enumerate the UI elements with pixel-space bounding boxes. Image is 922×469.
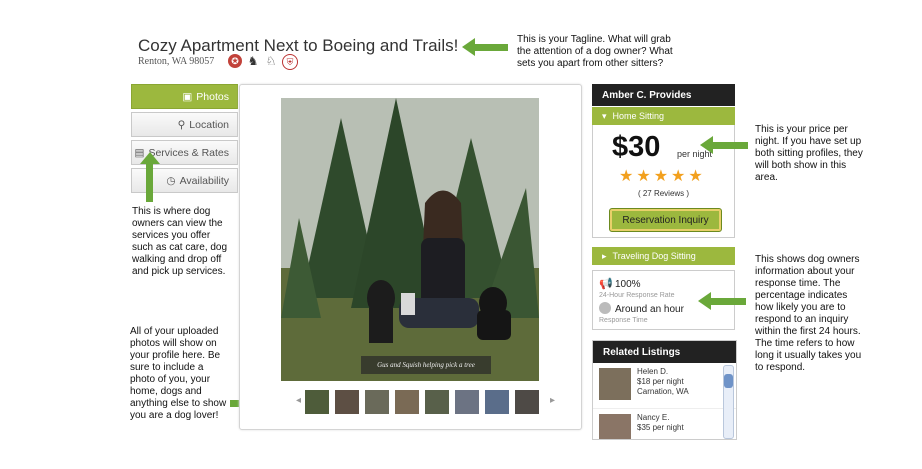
provides-panel: Amber C. Provides ▾ Home Sitting $30 per …: [592, 84, 735, 265]
thumbnail[interactable]: [515, 390, 539, 414]
response-time-label: Response Time: [599, 317, 648, 324]
chevron-right-icon: ▸: [602, 250, 607, 261]
provides-header: Amber C. Provides: [592, 84, 735, 106]
response-arrow: [698, 292, 746, 310]
avatar: [599, 414, 631, 439]
thumbnail[interactable]: [335, 390, 359, 414]
star-icon: ★: [688, 168, 703, 185]
sitter-price: $35 per night: [637, 423, 684, 432]
next-photo-icon[interactable]: ▸: [550, 395, 555, 406]
dog-icon: ♞: [246, 54, 260, 68]
response-note: This shows dog owners information about y…: [755, 254, 862, 373]
related-scrollbar[interactable]: [723, 365, 734, 439]
response-time: Around an hour: [615, 304, 684, 315]
home-sitting-toggle[interactable]: ▾ Home Sitting: [592, 106, 735, 125]
tagline-note: This is your Tagline. What will grab the …: [517, 34, 673, 69]
price-note: This is your price per night. If you have…: [755, 124, 863, 183]
sitter-name: Helen D.: [637, 367, 669, 376]
star-icon: ★: [636, 168, 651, 185]
services-note: This is where dog owners can view the serv…: [132, 206, 228, 277]
thumbnail[interactable]: [365, 390, 389, 414]
response-rate-label: 24-Hour Response Rate: [599, 292, 675, 299]
related-header: Related Listings: [593, 341, 736, 363]
listing-location: Renton, WA 98057: [138, 56, 215, 67]
list-item[interactable]: Helen D. $18 per night Carnation, WA: [593, 363, 736, 409]
pin-icon: ⚲: [177, 118, 186, 131]
sitter-city: Carnation, WA: [637, 387, 689, 396]
review-count[interactable]: ( 27 Reviews ): [593, 189, 734, 198]
avatar: [599, 368, 631, 400]
star-icon: ★: [671, 168, 686, 185]
rating-stars: ★ ★ ★ ★ ★: [619, 169, 703, 185]
thumbnail[interactable]: [305, 390, 329, 414]
sitter-name: Nancy E.: [637, 413, 670, 422]
listing-title: Cozy Apartment Next to Boeing and Trails…: [138, 36, 459, 55]
shield-icon: ⛨: [282, 54, 298, 70]
thumbnail[interactable]: [425, 390, 449, 414]
photos-note: All of your uploaded photos will show on y…: [130, 326, 227, 421]
badge-row: ✪ ♞ ♘ ⛨: [228, 54, 298, 70]
chevron-down-icon: ▾: [602, 110, 607, 121]
services-arrow: [146, 162, 153, 202]
thumbnail[interactable]: [455, 390, 479, 414]
thumbnail[interactable]: [395, 390, 419, 414]
price-value: $30: [612, 131, 661, 163]
star-icon: ★: [653, 168, 669, 185]
star-icon: ★: [619, 168, 634, 185]
response-rate: 100%: [615, 279, 641, 290]
tab-photos[interactable]: ▣ Photos: [131, 84, 238, 109]
photo-icon: ▣: [182, 90, 193, 103]
sitter-price: $18 per night: [637, 377, 684, 386]
traveling-sitting-toggle[interactable]: ▸ Traveling Dog Sitting: [592, 246, 735, 265]
related-listings: Related Listings Helen D. $18 per night …: [592, 340, 737, 440]
main-photo[interactable]: Gus and Squish helping pick a tree: [281, 98, 539, 381]
tab-location[interactable]: ⚲ Location: [131, 112, 238, 137]
clock-icon: ◷: [166, 174, 176, 187]
ribbon-icon: ✪: [228, 54, 242, 68]
tagline-arrow: [462, 38, 508, 56]
price-arrow: [700, 136, 748, 154]
thumbnail[interactable]: [485, 390, 509, 414]
photo-gallery: Gus and Squish helping pick a tree ◂ ▸: [239, 84, 582, 430]
megaphone-icon: 📢: [599, 278, 613, 290]
reservation-inquiry-button[interactable]: Reservation Inquiry: [609, 208, 722, 232]
photo-caption: Gus and Squish helping pick a tree: [361, 356, 491, 374]
clock-icon: [599, 302, 611, 314]
list-item[interactable]: Nancy E. $35 per night: [593, 409, 736, 439]
thumbnail-strip: [295, 390, 539, 414]
dog-walk-icon: ♘: [264, 54, 278, 68]
